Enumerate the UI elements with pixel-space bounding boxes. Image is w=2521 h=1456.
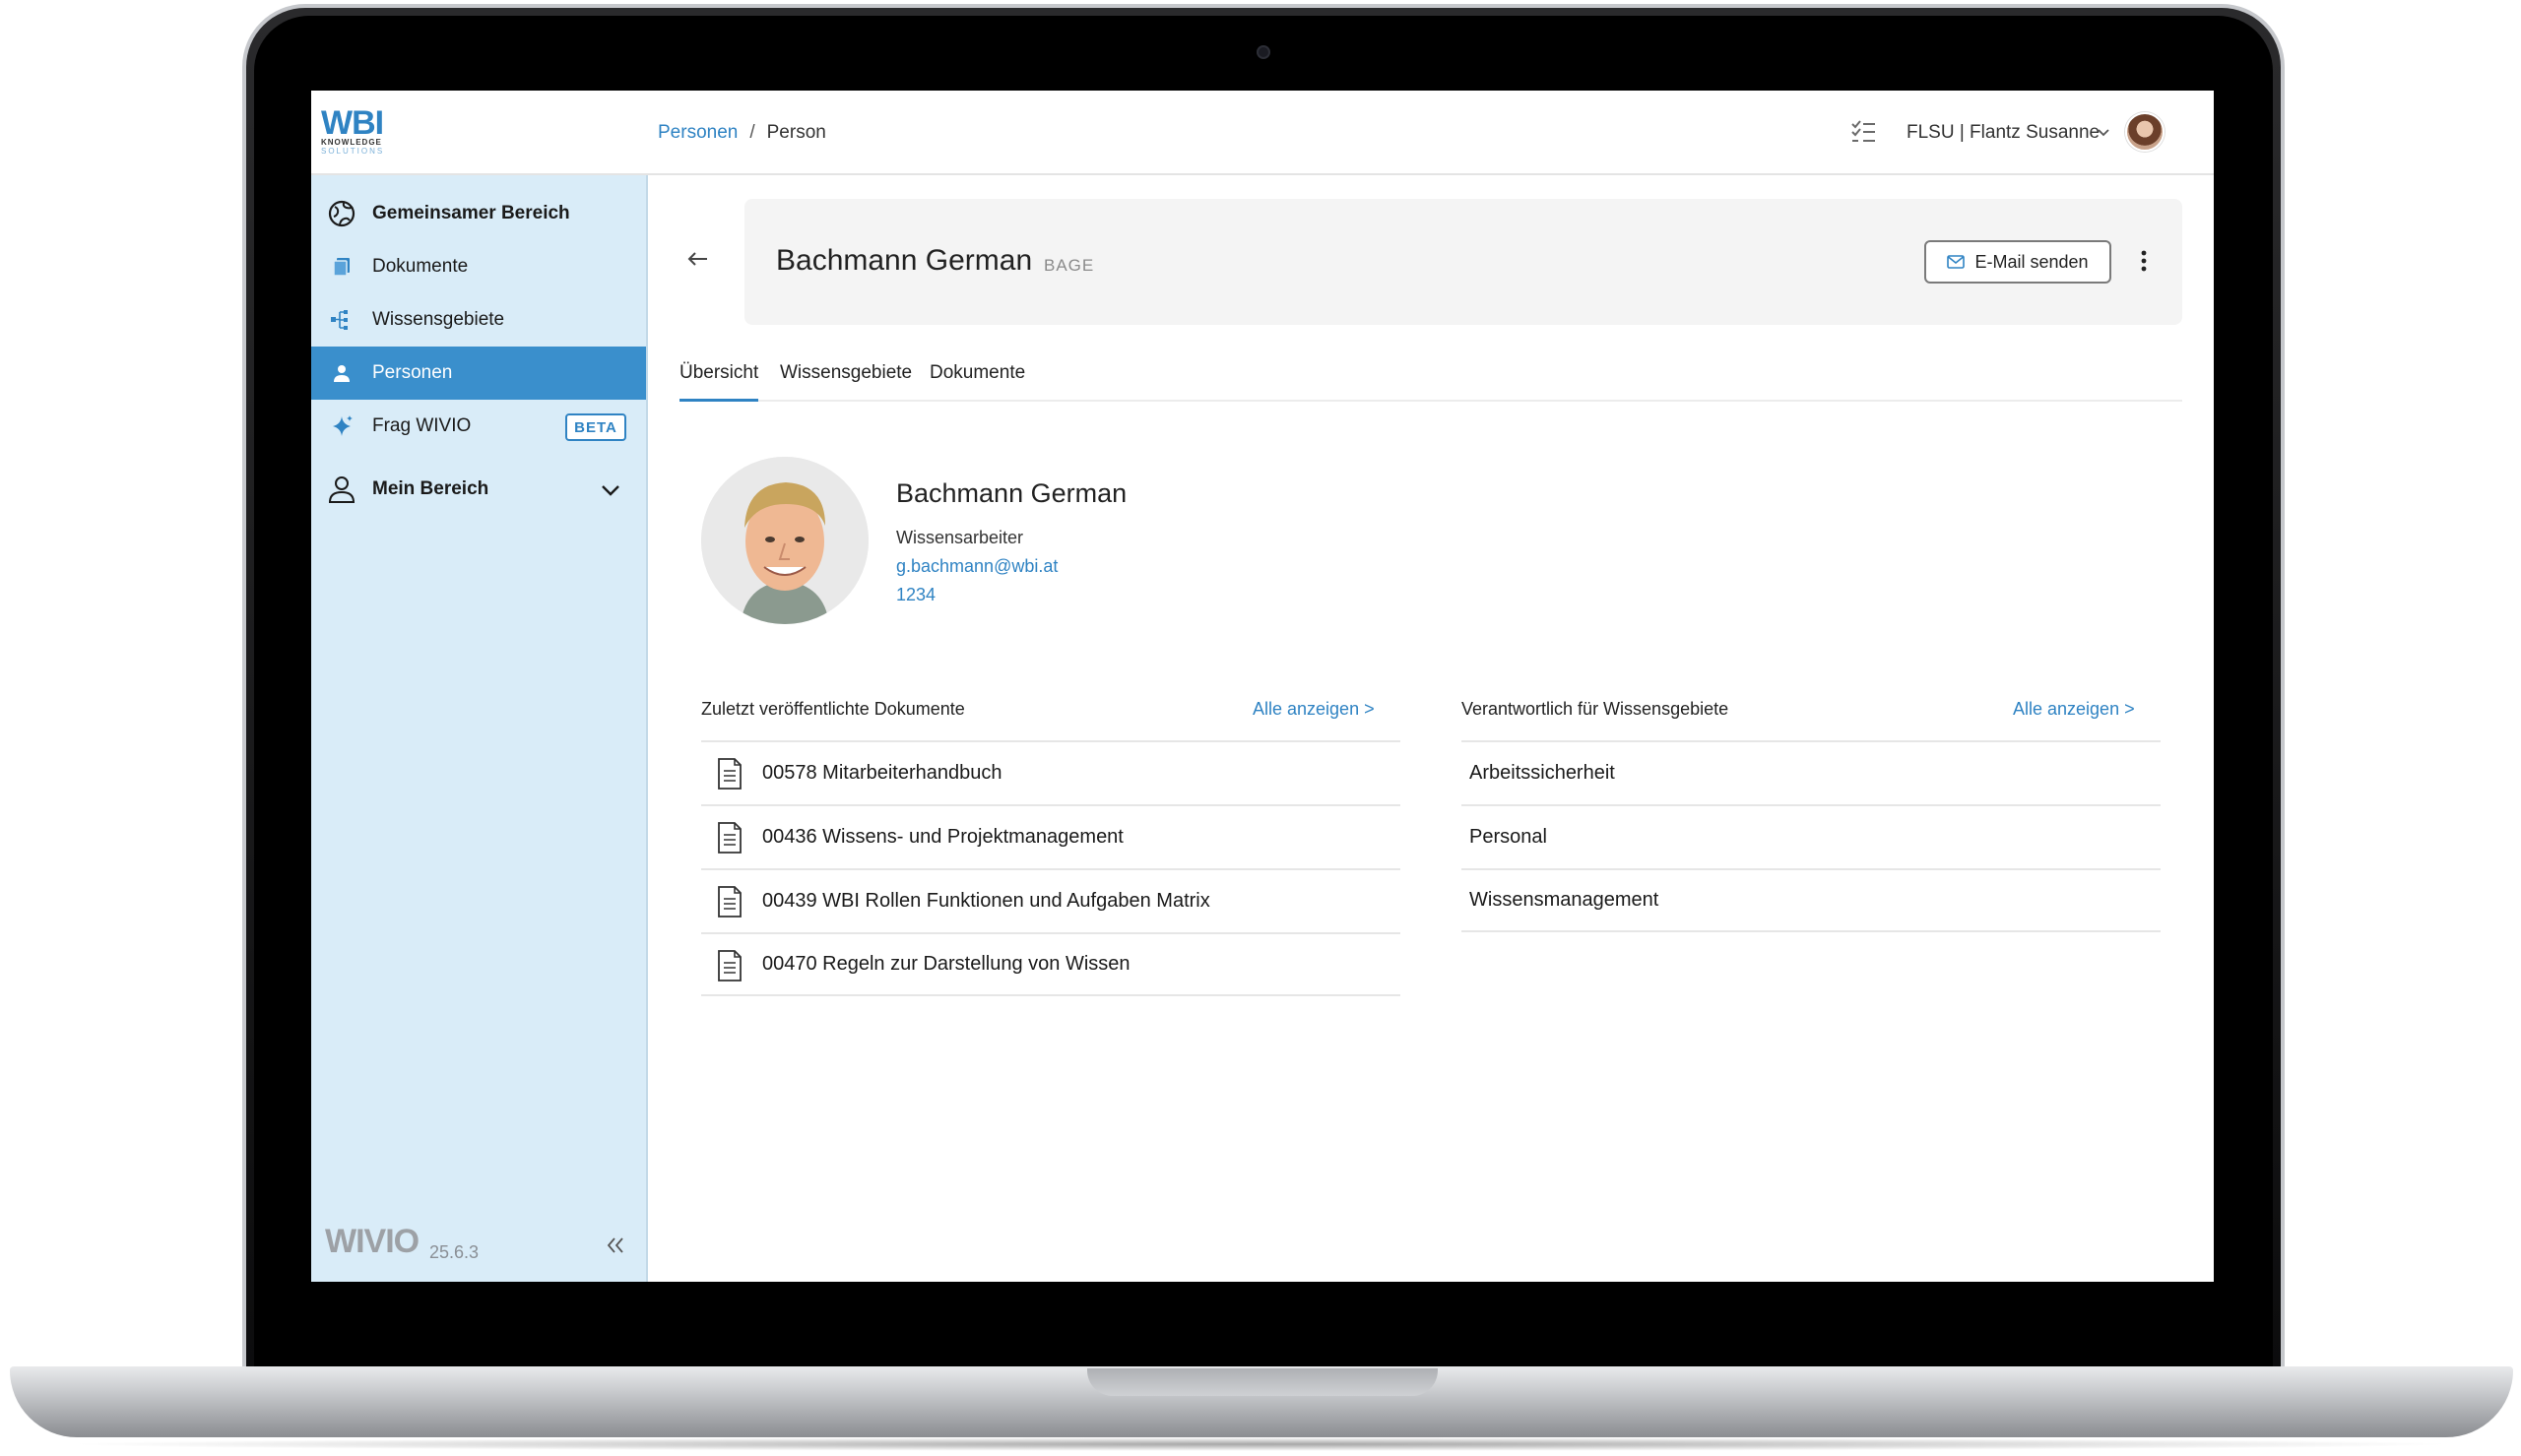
sidebar-item-label: Personen [372,362,453,383]
sidebar-group-personal-label: Mein Bereich [372,478,489,499]
document-icon [718,886,742,918]
user-avatar[interactable] [2125,112,2165,152]
sidebar-group-personal[interactable]: Mein Bereich [311,459,646,520]
list-item[interactable]: 00439 WBI Rollen Funktionen und Aufgaben… [701,868,1400,932]
sidebar-group-shared-label: Gemeinsamer Bereich [372,203,570,223]
breadcrumb-link-personen[interactable]: Personen [658,122,738,144]
back-arrow-icon[interactable] [683,244,713,274]
document-icon [718,822,742,854]
send-email-label: E-Mail senden [1974,251,2089,272]
tab-wissensgebiete[interactable]: Wissensgebiete [780,362,912,402]
document-title: 00470 Regeln zur Darstellung von Wissen [762,953,1131,975]
person-code: BAGE [1044,256,1095,275]
collapse-sidebar-icon[interactable] [603,1233,628,1258]
document-title: 00578 Mitarbeiterhandbuch [762,762,1002,784]
send-email-button[interactable]: E-Mail senden [1924,240,2111,284]
app-version: 25.6.3 [429,1242,480,1262]
beta-badge: BETA [565,413,626,441]
page-title: Bachmann German [776,244,1033,277]
sidebar-item-personen[interactable]: Personen [311,347,646,400]
chevron-down-icon[interactable] [599,478,622,502]
breadcrumb-current: Person [766,122,826,143]
globe-icon [327,199,356,228]
knowledge-section-heading: Verantwortlich für Wissensgebiete [1461,699,1729,719]
list-item[interactable]: 00470 Regeln zur Darstellung von Wissen [701,932,1400,996]
mail-icon [1947,255,1966,269]
tab-uebersicht[interactable]: Übersicht [679,362,758,402]
top-bar: WBI KNOWLEDGE SOLUTIONS Personen / Perso… [311,91,2214,175]
sidebar: Gemeinsamer Bereich Dokumente Wissensgeb… [311,175,648,1282]
knowledge-area-title: Arbeitssicherheit [1469,762,1615,784]
logo-subline-1: KNOWLEDGE [321,138,382,147]
profile-name: Bachmann German [896,478,1128,508]
list-item[interactable]: 00578 Mitarbeiterhandbuch [701,740,1400,804]
camera-icon [1257,45,1270,59]
document-title: 00439 WBI Rollen Funktionen und Aufgaben… [762,890,1210,912]
documents-section-heading: Zuletzt veröffentlichte Dokumente [701,699,965,719]
documents-show-all-link[interactable]: Alle anzeigen > [1253,699,1375,720]
laptop-base-notch [1087,1368,1438,1396]
chevron-down-icon[interactable] [2096,124,2111,140]
user-menu-label[interactable]: FLSU | Flantz Susanne [1907,122,2100,144]
task-list-icon[interactable] [1849,118,1877,146]
document-icon [718,950,742,981]
sidebar-item-dokumente[interactable]: Dokumente [311,240,646,293]
app-screen: WBI KNOWLEDGE SOLUTIONS Personen / Perso… [311,91,2214,1282]
list-item[interactable]: Personal [1461,804,2161,868]
person-icon [327,358,356,388]
breadcrumb: Personen / Person [658,122,826,144]
list-item[interactable]: Wissensmanagement [1461,868,2161,932]
sidebar-item-wissensgebiete[interactable]: Wissensgebiete [311,293,646,347]
logo-wordmark: WBI [321,104,384,142]
tab-bar: Übersicht Wissensgebiete Dokumente [679,362,2182,402]
user-outline-icon [327,475,356,504]
sidebar-item-frag-wivio[interactable]: Frag WIVIO BETA [311,400,646,453]
document-title: 00436 Wissens- und Projektmanagement [762,826,1124,848]
profile-photo [701,457,869,624]
document-icon [718,758,742,790]
profile-email-link[interactable]: g.bachmann@wbi.at [896,556,1058,577]
sparkle-icon [327,411,356,441]
sidebar-group-shared[interactable]: Gemeinsamer Bereich [311,183,646,244]
list-item[interactable]: 00436 Wissens- und Projektmanagement [701,804,1400,868]
sidebar-item-label: Wissensgebiete [372,309,505,330]
profile-role: Wissensarbeiter [896,528,1024,547]
knowledge-tree-icon [327,305,356,335]
tab-dokumente[interactable]: Dokumente [930,362,1025,402]
sidebar-item-label: Frag WIVIO [372,415,472,436]
more-vertical-icon[interactable] [2129,246,2159,276]
logo-subline-2: SOLUTIONS [321,147,385,156]
sidebar-item-label: Dokumente [372,256,469,277]
wivio-logo: WIVIO [325,1223,420,1260]
knowledge-area-title: Personal [1469,826,1547,848]
laptop-shadow [59,1437,2462,1451]
documents-icon [327,252,356,282]
breadcrumb-separator: / [749,122,755,143]
profile-phone-link[interactable]: 1234 [896,585,936,605]
list-item[interactable]: Arbeitssicherheit [1461,740,2161,804]
wbi-logo[interactable]: WBI KNOWLEDGE SOLUTIONS [321,104,396,156]
knowledge-area-title: Wissensmanagement [1469,889,1659,911]
knowledge-show-all-link[interactable]: Alle anzeigen > [2013,699,2135,720]
